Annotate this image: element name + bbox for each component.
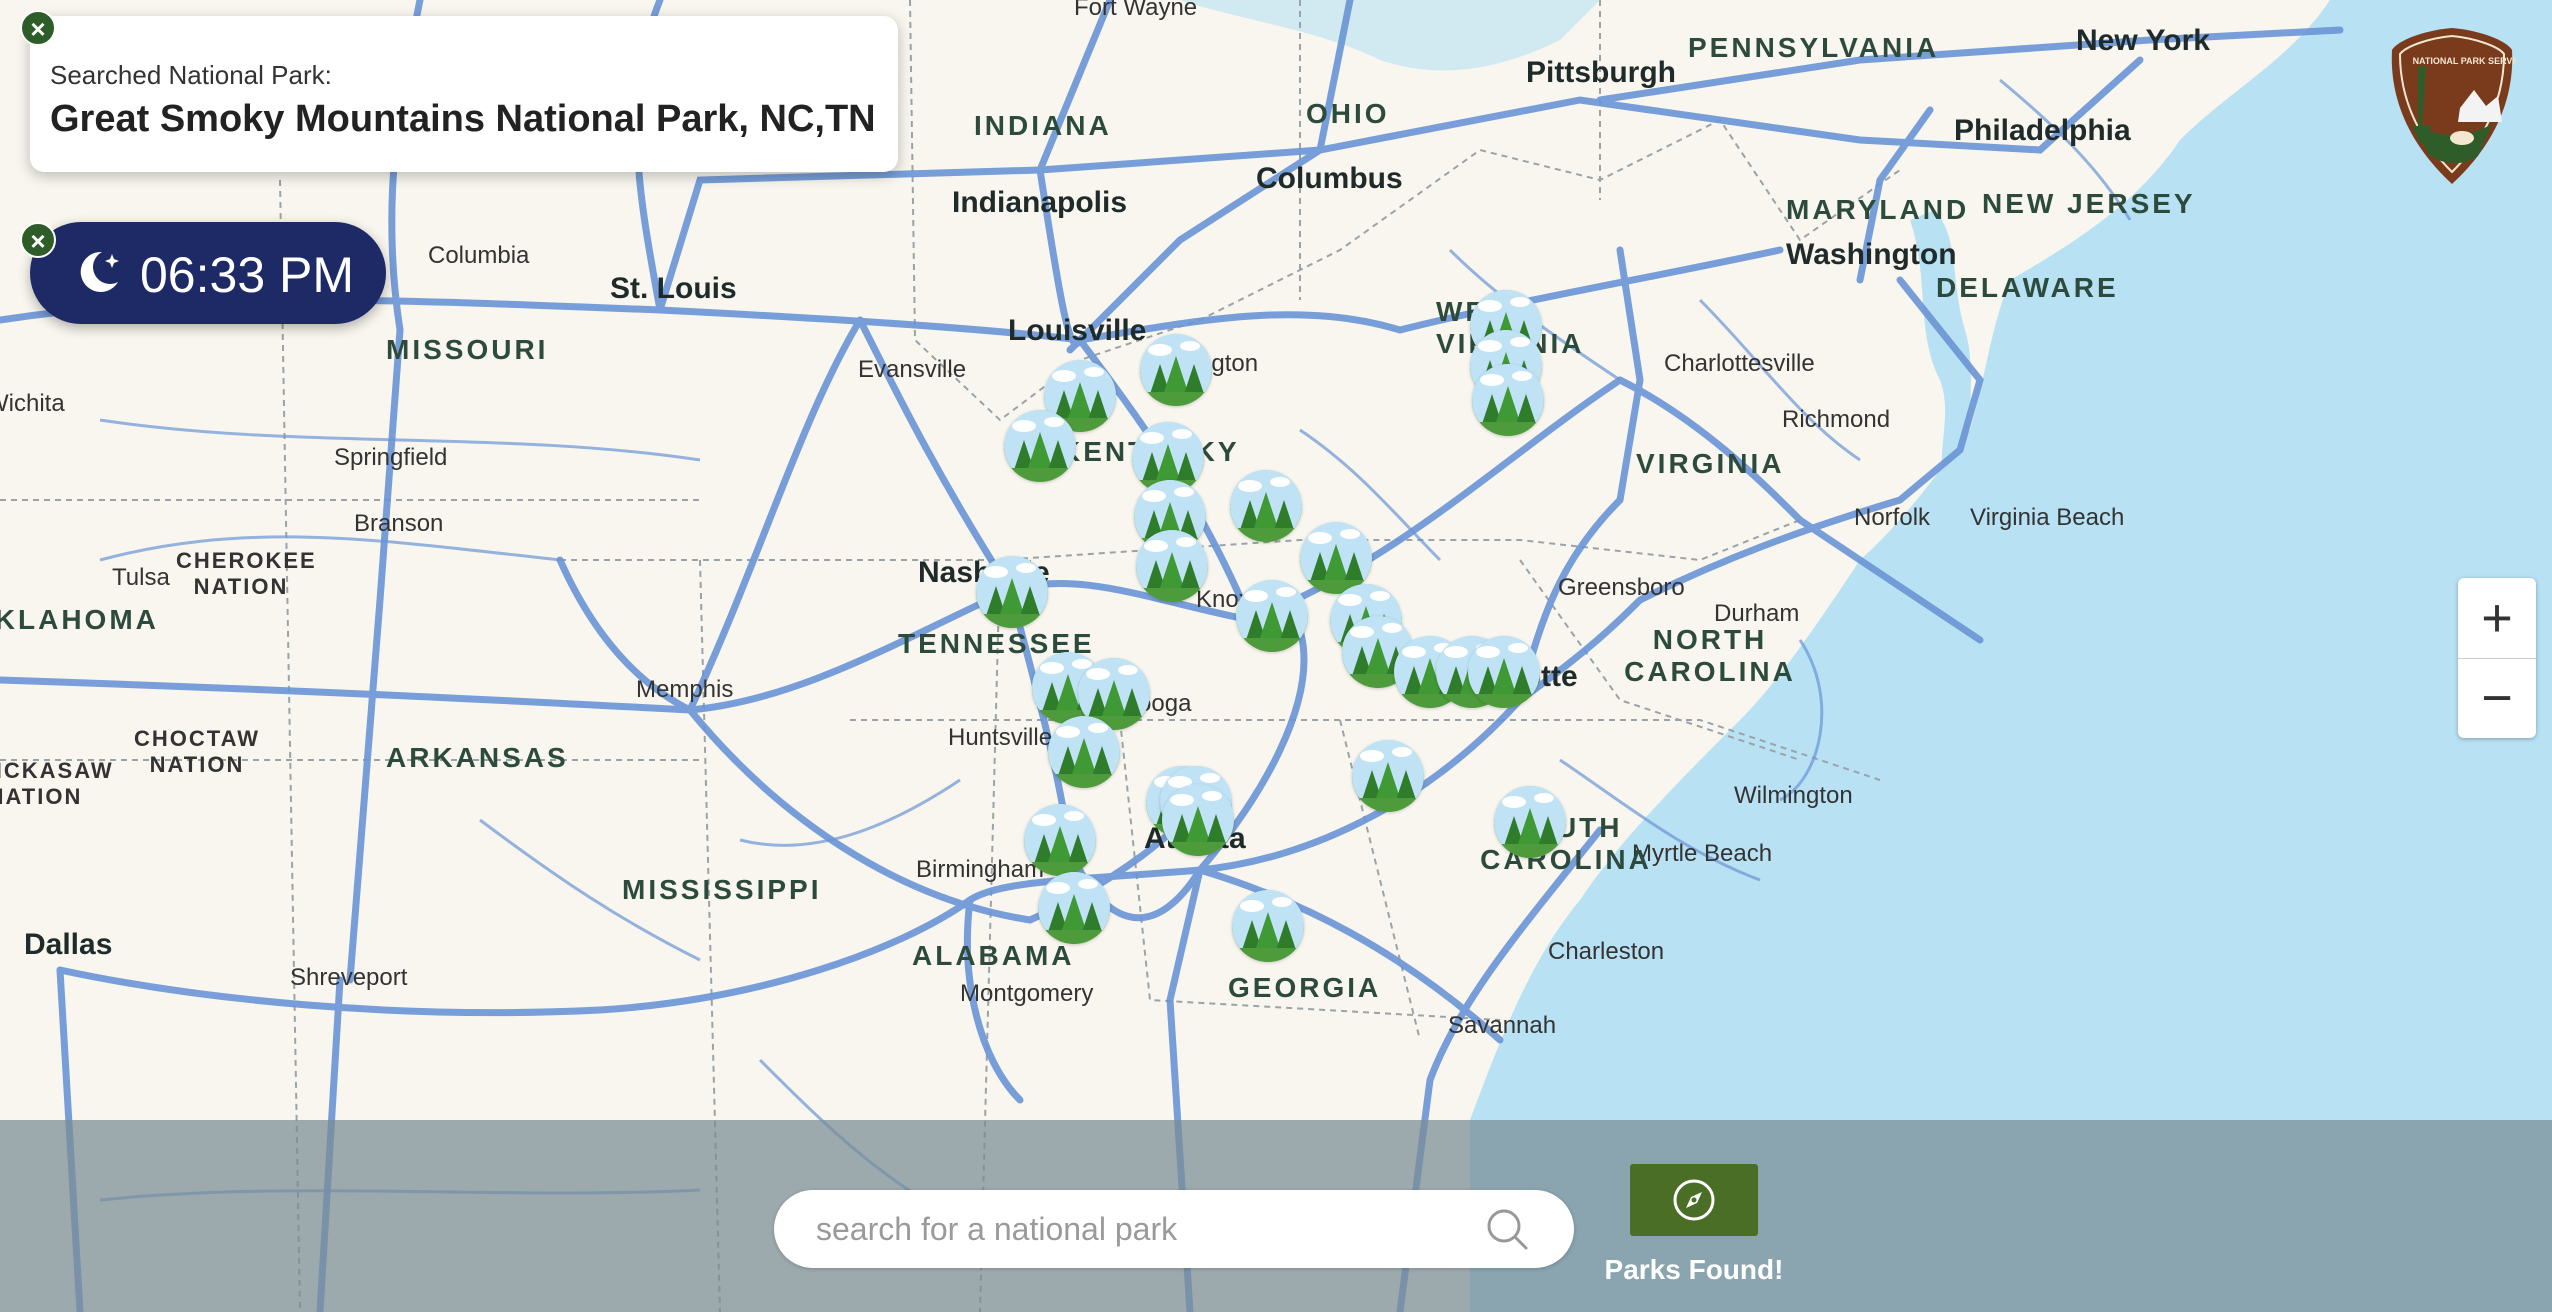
searched-park-name: Great Smoky Mountains National Park, NC,… [50,98,876,140]
park-tree-icon[interactable] [1468,636,1540,708]
searched-park-label: Searched National Park: [50,60,332,90]
map-label: NEW JERSEY [1982,188,2196,219]
park-tree-icon[interactable] [1048,716,1120,788]
map-label: Richmond [1782,406,1891,433]
nps-arrowhead-icon: NATIONAL PARK SERVICE [2391,28,2516,184]
parks-found-label: Parks Found! [1604,1254,1784,1285]
park-tree-icon[interactable] [1472,364,1544,436]
searched-park-card: Searched National Park: Great Smoky Moun… [30,16,898,172]
park-tree-icon[interactable] [976,556,1048,628]
time-badge: 06:33 PM [30,222,386,324]
park-tree-icon[interactable] [1300,522,1372,594]
map-label: New York [2076,24,2210,57]
search-input[interactable] [814,1206,1458,1252]
map-label: Wichita [0,390,65,417]
map-label: Wilmington [1734,782,1853,809]
map-label: OKLAHOMA [0,604,159,635]
map-label: Huntsville [948,724,1053,751]
map-label: Pittsburgh [1526,56,1676,89]
map-label: Columbus [1256,162,1403,195]
map-label: CHOCTAW NATION [133,726,261,777]
map-label: Shreveport [290,964,408,991]
map-label: St. Louis [610,272,737,305]
park-tree-icon[interactable] [1230,470,1302,542]
map-label: Philadelphia [1954,114,2131,147]
map-label: PENNSYLVANIA [1688,32,1940,63]
map-label: Tulsa [112,564,170,591]
map-label: Dallas [24,928,113,961]
park-tree-icon[interactable] [1140,334,1212,406]
park-tree-icon[interactable] [1232,890,1304,962]
park-tree-icon[interactable] [1352,740,1424,812]
find-parks-button[interactable] [1630,1164,1758,1236]
map-label: Virginia Beach [1970,504,2125,531]
park-tree-icon[interactable] [1038,872,1110,944]
map-label: Fort Wayne [1074,0,1198,21]
park-tree-icon[interactable] [1162,784,1234,856]
search-box[interactable] [774,1190,1574,1268]
map-label: Savannah [1448,1012,1557,1039]
park-tree-icon[interactable] [1024,804,1096,876]
compass-icon [1673,1179,1715,1221]
close-icon[interactable]: × [20,222,56,258]
park-tree-icon[interactable] [1004,410,1076,482]
zoom-control: + − [2458,578,2536,738]
map-label: INDIANA [974,110,1112,141]
park-tree-icon[interactable] [1136,530,1208,602]
map-label: MISSISSIPPI [622,874,822,905]
map-label: Charleston [1548,938,1665,965]
park-tree-icon[interactable] [1494,786,1566,858]
map-label: CHEROKEE NATION [176,548,317,599]
map-label: MISSOURI [386,334,549,365]
logo-text: NATIONAL PARK SERVICE [2413,56,2516,66]
close-icon[interactable]: × [20,10,56,46]
map-label: VIRGINIA [1636,448,1785,479]
map-label: Louisville [1008,314,1147,347]
map-label: Montgomery [960,980,1094,1007]
map-label: Charlottesville [1664,350,1815,377]
map-label: MARYLAND [1786,194,1970,225]
map-label: Washington [1786,238,1957,271]
map-label: Norfolk [1854,504,1931,531]
map-label: Greensboro [1558,574,1685,601]
zoom-divider [2458,658,2536,659]
time-text: 06:33 PM [140,247,355,303]
zoom-in-button[interactable]: + [2458,578,2536,658]
map-label: Branson [354,510,444,537]
moon-stars-icon [80,251,119,292]
park-tree-icon[interactable] [1236,580,1308,652]
map-label: Columbia [428,242,530,269]
map-label: Indianapolis [952,186,1128,219]
map-label: CHICKASAW NATION [0,758,114,809]
map-label: ARKANSAS [386,742,569,773]
map-label: Birmingham [916,856,1045,883]
map-label: Evansville [858,356,967,383]
map-label: GEORGIA [1228,972,1382,1003]
search-icon[interactable] [1484,1206,1530,1252]
map-label: OHIO [1306,98,1390,129]
map-label: Springfield [334,444,448,471]
zoom-out-button[interactable]: − [2458,658,2536,738]
map-label: DELAWARE [1936,272,2119,303]
map-label: ALABAMA [912,940,1075,971]
map-label: Memphis [636,676,734,703]
map-label: NORTH CAROLINA [1624,624,1796,687]
